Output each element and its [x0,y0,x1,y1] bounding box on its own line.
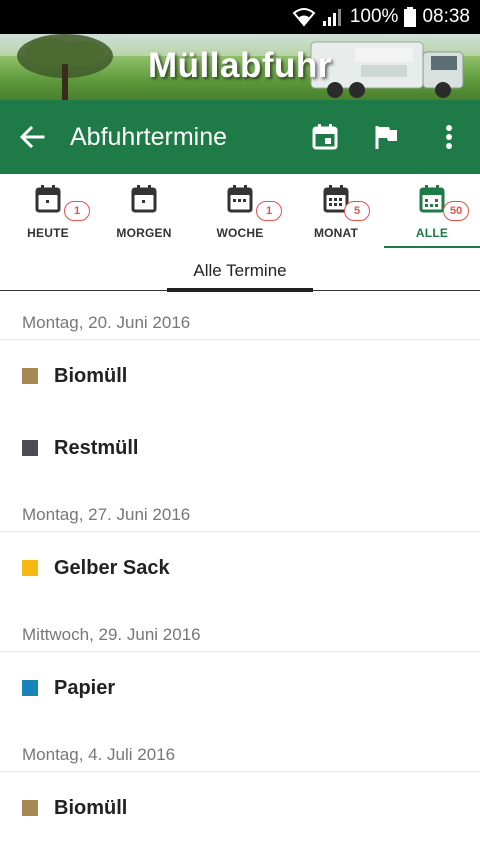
tab-alle-termine[interactable]: Alle Termine [0,261,480,281]
waste-type-label: Restmüll [54,436,139,459]
subtab-bar: Alle Termine [0,250,480,292]
count-badge: 5 [344,201,370,221]
filter-tabs: HEUTE 1 MORGEN WOCHE 1 MONAT 5 ALLE 50 [0,174,480,250]
filter-label: MONAT [313,226,359,240]
overflow-menu-button[interactable] [418,100,480,174]
filter-tab-monat[interactable]: MONAT 5 [288,174,384,250]
calendar-button[interactable] [294,100,356,174]
waste-type-label: Biomüll [54,364,128,387]
filter-tab-woche[interactable]: WOCHE 1 [192,174,288,250]
flag-icon [375,126,397,149]
toolbar-title: Abfuhrtermine [70,122,228,151]
list-item[interactable]: Biomüll [0,340,480,412]
waste-color-swatch [22,560,38,576]
filter-label: HEUTE [27,226,69,240]
filter-label: MORGEN [116,226,172,240]
list-item[interactable]: Gelber Sack [0,532,480,604]
banner-title: Müllabfuhr [148,46,332,85]
list-item[interactable]: Restmüll [0,412,480,484]
tree-icon [17,34,113,100]
count-badge: 1 [256,201,282,221]
waste-type-label: Biomüll [54,796,128,819]
waste-type-label: Papier [54,676,116,699]
date-header: Montag, 27. Juni 2016 [0,484,480,532]
count-badge: 1 [64,201,90,221]
filter-label: ALLE [415,226,449,240]
back-button[interactable] [0,100,64,174]
waste-color-swatch [22,368,38,384]
waste-color-swatch [22,440,38,456]
waste-color-swatch [22,800,38,816]
date-header: Mittwoch, 29. Juni 2016 [0,604,480,652]
filter-tab-morgen[interactable]: MORGEN [96,174,192,250]
date-header: Montag, 4. Juli 2016 [0,724,480,772]
battery-icon [404,7,417,27]
waste-type-label: Gelber Sack [54,556,170,579]
wifi-icon [292,7,316,27]
filter-tab-alle[interactable]: ALLE 50 [384,174,480,250]
waste-color-swatch [22,680,38,696]
status-bar: 100% 08:38 [0,0,480,34]
list-item[interactable]: Biomüll [0,772,480,844]
battery-percentage: 100% [349,6,399,27]
filter-label: WOCHE [216,226,264,240]
app-banner: Müllabfuhr [0,34,480,100]
app-toolbar: Abfuhrtermine [0,100,480,174]
more-vert-icon [446,125,452,149]
clock: 08:38 [422,6,470,27]
date-header: Montag, 20. Juni 2016 [0,292,480,340]
back-arrow-icon [19,125,45,149]
schedule-list: Montag, 20. Juni 2016 Biomüll Restmüll M… [0,292,480,853]
calendar-week-icon [227,185,253,213]
filter-tab-heute[interactable]: HEUTE 1 [0,174,96,250]
flag-button[interactable] [356,100,418,174]
calendar-today-icon [312,124,338,150]
calendar-all-icon [419,185,445,213]
calendar-day-icon [35,185,61,213]
signal-icon [322,7,344,27]
list-item[interactable]: Papier [0,652,480,724]
count-badge: 50 [443,201,470,221]
active-tab-indicator [384,246,480,248]
calendar-day-icon [131,185,157,213]
